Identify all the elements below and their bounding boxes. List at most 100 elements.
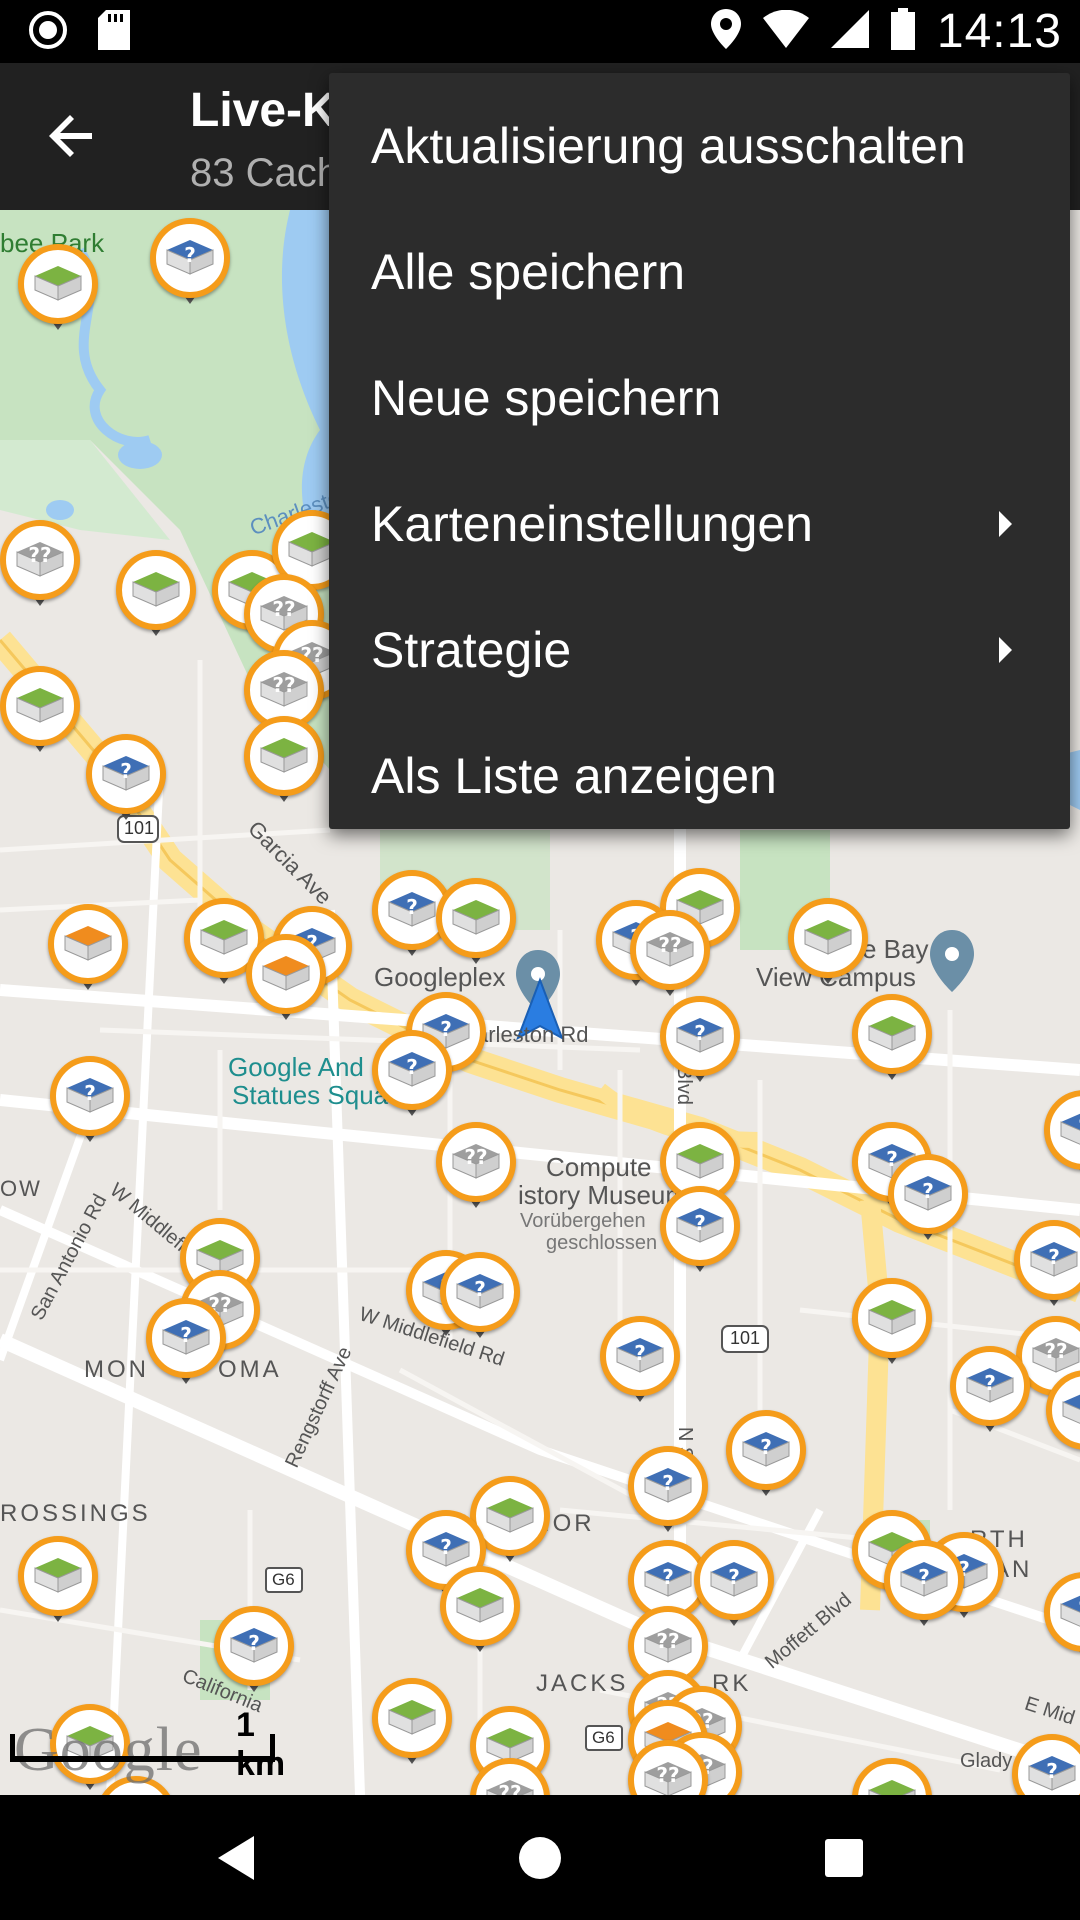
menu-item-label: Aktualisierung ausschalten [371, 118, 966, 174]
traditional-cache-marker[interactable] [0, 666, 80, 756]
traditional-cache-marker[interactable] [244, 716, 324, 806]
mystery-cache-marker[interactable]: ? [1046, 1370, 1080, 1460]
cache-icon [34, 266, 82, 301]
mystery-cache-marker[interactable]: ? [1014, 1220, 1080, 1310]
menu-item-label: Karteneinstellungen [371, 496, 813, 552]
menu-item-show-as-list[interactable]: Als Liste anzeigen [329, 713, 1070, 839]
svg-text:?: ? [474, 1277, 486, 1301]
nav-recents-button[interactable] [774, 1795, 914, 1920]
mystery-cache-marker[interactable]: ? [150, 218, 230, 308]
svg-text:?: ? [728, 1565, 740, 1589]
mystery-cache-marker[interactable]: ? [888, 1154, 968, 1244]
mystery-cache-marker[interactable]: ? [214, 1606, 294, 1696]
mystery-cache-marker[interactable]: ? [372, 1030, 452, 1120]
cache-icon: ? [162, 1320, 210, 1355]
back-button[interactable] [40, 103, 106, 169]
unknown-cache-marker[interactable]: ?? [0, 520, 80, 610]
cache-icon: ? [676, 1208, 724, 1243]
svg-text:?: ? [984, 1371, 996, 1395]
traditional-cache-marker[interactable] [436, 878, 516, 968]
cache-icon [456, 1588, 504, 1623]
cache-icon: ? [644, 1562, 692, 1597]
battery-icon [890, 8, 915, 55]
mystery-cache-marker[interactable]: ? [1044, 1090, 1080, 1180]
cache-icon [868, 1300, 916, 1335]
cache-icon: ? [710, 1562, 758, 1597]
nav-home-button[interactable] [470, 1795, 610, 1920]
menu-item-disable-refresh[interactable]: Aktualisierung ausschalten [329, 83, 1070, 209]
traditional-cache-marker[interactable] [18, 1536, 98, 1626]
mystery-cache-marker[interactable]: ? [660, 996, 740, 1086]
traditional-cache-marker[interactable] [440, 1566, 520, 1656]
nav-back-button[interactable] [166, 1795, 306, 1920]
traditional-cache-marker[interactable] [18, 244, 98, 334]
map-label-crossings: ROSSINGS [0, 1500, 151, 1527]
mystery-cache-marker[interactable]: ? [628, 1446, 708, 1536]
mystery-cache-marker[interactable]: ? [1012, 1734, 1080, 1795]
map-label-jackson-park-1: JACKS [536, 1670, 629, 1697]
cache-icon [804, 920, 852, 955]
menu-item-map-settings[interactable]: Karteneinstellungen [329, 461, 1070, 587]
cache-icon: ?? [452, 1144, 500, 1179]
cache-icon [868, 1016, 916, 1051]
mystery-cache-marker[interactable]: ? [726, 1410, 806, 1500]
mystery-cache-marker[interactable]: ? [50, 1056, 130, 1146]
cache-icon: ? [1060, 1595, 1080, 1627]
status-bar: 14:13 [0, 0, 1080, 63]
menu-item-label: Neue speichern [371, 370, 722, 426]
page-title: Live-K [190, 84, 337, 137]
svg-text:??: ?? [272, 597, 295, 621]
cache-icon: ? [1062, 1394, 1080, 1424]
map-label-google-statues-1: Google And [228, 1052, 364, 1082]
overflow-menu: Aktualisierung ausschalten Alle speicher… [329, 73, 1070, 829]
svg-text:?: ? [694, 1211, 706, 1235]
traditional-cache-marker[interactable] [852, 1758, 932, 1795]
unknown-cache-marker[interactable]: ?? [628, 1740, 708, 1795]
unknown-cache-marker[interactable]: ?? [436, 1122, 516, 1212]
cache-icon: ? [388, 1052, 436, 1087]
menu-item-save-all[interactable]: Alle speichern [329, 209, 1070, 335]
traditional-cache-marker[interactable] [852, 1278, 932, 1368]
multi-cache-marker[interactable] [48, 904, 128, 994]
traditional-cache-marker[interactable] [116, 550, 196, 640]
svg-text:?: ? [918, 1565, 930, 1589]
svg-text:?: ? [440, 1535, 452, 1559]
mystery-cache-marker[interactable]: ? [440, 1252, 520, 1342]
scale-label: 1 km [236, 1706, 286, 1783]
traditional-cache-marker[interactable] [788, 898, 868, 988]
unknown-cache-marker[interactable]: ?? [630, 910, 710, 1000]
map-label-monta-loma-1: MON [84, 1356, 149, 1383]
cache-icon: ? [166, 240, 214, 275]
map-label-computer-1: Compute [546, 1152, 652, 1182]
mystery-cache-marker[interactable]: ? [146, 1298, 226, 1388]
mystery-cache-marker[interactable]: ? [86, 734, 166, 824]
mystery-cache-marker[interactable]: ? [950, 1346, 1030, 1436]
cache-icon [64, 926, 112, 961]
cache-icon: ? [1030, 1242, 1078, 1277]
map-label-bay-view-1: e Bay [862, 934, 929, 964]
svg-text:?: ? [1048, 1245, 1060, 1269]
menu-item-save-new[interactable]: Neue speichern [329, 335, 1070, 461]
menu-item-strategy[interactable]: Strategie [329, 587, 1070, 713]
cache-icon [262, 956, 310, 991]
mystery-cache-marker[interactable]: ? [884, 1540, 964, 1630]
menu-item-label: Alle speichern [371, 244, 686, 300]
map-label-google-statues-2: Statues Squa [232, 1080, 389, 1110]
menu-item-label: Strategie [371, 622, 572, 678]
multi-cache-marker[interactable] [246, 934, 326, 1024]
cache-icon [486, 1498, 534, 1533]
traditional-cache-marker[interactable] [372, 1678, 452, 1768]
map-label-glad: Glady [960, 1750, 1013, 1772]
map-label-temp-closed-1: Vorübergehen [520, 1210, 646, 1232]
svg-text:??: ?? [272, 673, 295, 697]
mystery-cache-marker[interactable]: ? [600, 1316, 680, 1406]
mystery-cache-marker[interactable]: ? [1044, 1572, 1080, 1662]
mystery-cache-marker[interactable]: ? [660, 1186, 740, 1276]
unknown-cache-marker[interactable]: ?? [470, 1758, 550, 1795]
record-icon [28, 10, 68, 55]
recents-square-icon [825, 1838, 863, 1877]
arrow-back-icon [49, 115, 92, 157]
svg-text:?: ? [84, 1081, 96, 1105]
back-triangle-icon [218, 1835, 254, 1880]
traditional-cache-marker[interactable] [852, 994, 932, 1084]
